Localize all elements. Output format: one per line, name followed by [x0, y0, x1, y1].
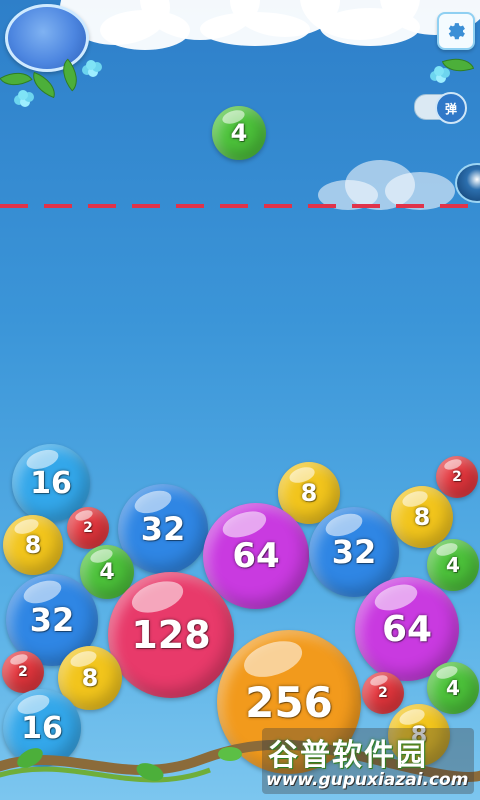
ball-number: 8: [24, 531, 42, 559]
number-ball: 2: [2, 651, 44, 693]
toggle-knob: 弹: [435, 92, 467, 124]
ball-number: 16: [30, 465, 72, 501]
number-ball: 128: [108, 572, 234, 698]
ball-number: 8: [81, 664, 99, 692]
ball-number: 2: [83, 520, 93, 536]
ball-number: 32: [29, 601, 75, 639]
watermark-url: www.gupuxiazai.com: [266, 770, 469, 790]
flower-decoration: [86, 60, 96, 70]
settings-button[interactable]: [437, 12, 475, 50]
side-orb[interactable]: [455, 163, 480, 203]
ball-number: 2: [18, 664, 28, 680]
watermark-title: 谷普软件园: [268, 738, 428, 773]
number-ball: 2: [67, 507, 109, 549]
number-ball: 8: [391, 486, 453, 548]
falling-ball[interactable]: 4: [212, 106, 266, 160]
ball-number: 2: [452, 469, 462, 485]
number-ball: 2: [362, 672, 404, 714]
number-ball: 2: [436, 456, 478, 498]
flower-decoration: [18, 90, 28, 100]
ball-number: 128: [131, 613, 211, 657]
ball-number: 8: [413, 503, 431, 531]
game-screen[interactable]: 弹 4 16 2 8 2 32 8 8 4 64 32 4 32 128 64 2 8 256 2 4 16 8 谷普软…: [0, 0, 480, 800]
leaf-decoration: [441, 51, 475, 79]
ball-number: 8: [300, 479, 318, 507]
score-orb[interactable]: [5, 4, 89, 72]
ball-number: 64: [232, 536, 280, 576]
number-ball: 4: [427, 539, 479, 591]
ball-number: 32: [331, 533, 377, 571]
ball-number: 64: [381, 608, 433, 650]
ball-number: 4: [99, 559, 115, 585]
leaf-decoration: [27, 71, 61, 99]
gear-icon: [448, 23, 465, 40]
ball-number: 2: [378, 685, 388, 701]
ball-number: 4: [446, 553, 460, 577]
bounce-toggle[interactable]: 弹: [414, 92, 467, 124]
flower-decoration: [434, 66, 444, 76]
ball-number: 4: [230, 119, 248, 147]
watermark: 谷普软件园 www.gupuxiazai.com: [262, 728, 474, 794]
ball-number: 256: [245, 677, 333, 727]
dead-line: [0, 204, 480, 208]
number-ball: 4: [427, 662, 479, 714]
leaf-decoration: [0, 64, 33, 94]
ball-number: 32: [140, 510, 186, 548]
ball-number: 4: [446, 676, 460, 700]
number-ball: 8: [3, 515, 63, 575]
toggle-label: 弹: [444, 101, 457, 116]
